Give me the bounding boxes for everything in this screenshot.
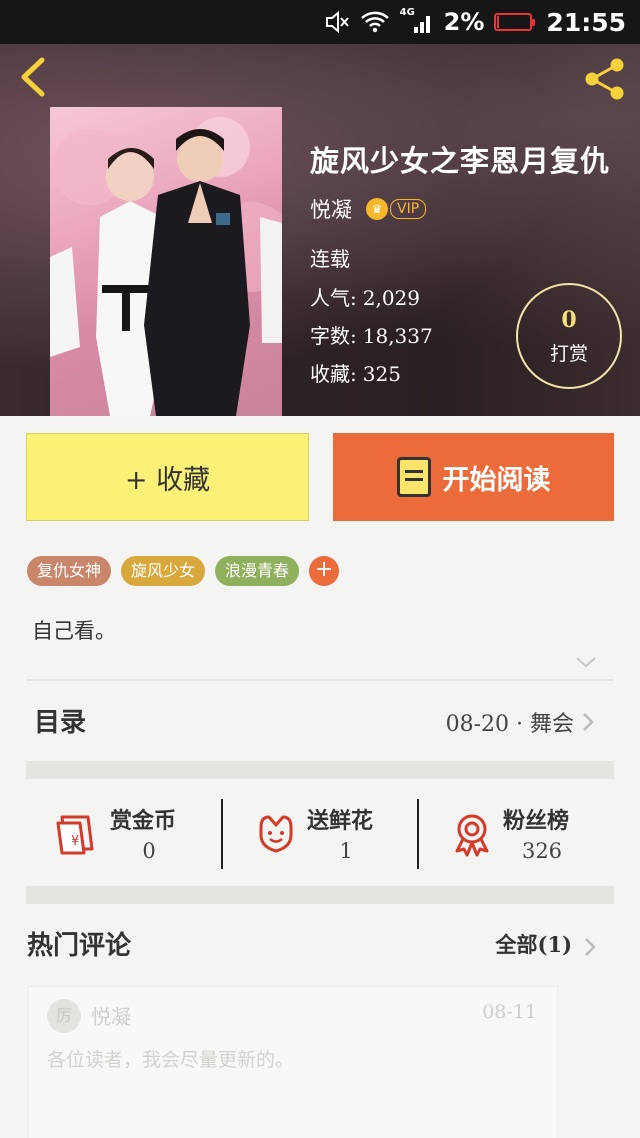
wifi-icon <box>360 11 389 33</box>
section-gap <box>26 886 614 904</box>
book-intro: 自己看。 <box>32 619 116 643</box>
comment-user: 悦凝 <box>91 1005 131 1029</box>
collect-button[interactable]: + 收藏 <box>26 433 309 521</box>
battery-fill <box>497 16 500 28</box>
word-count-value: 18,337 <box>362 324 433 348</box>
collect-count-row: 收藏: 325 <box>310 358 401 387</box>
latest-chapter: 08-20 · 舞会 <box>445 712 574 737</box>
start-reading-label: 开始阅读 <box>442 464 551 496</box>
chevron-right-icon <box>583 713 594 731</box>
tag-item[interactable]: 复仇女神 <box>27 556 112 586</box>
popularity-row: 人气: 2,029 <box>310 282 420 311</box>
tag-list: 复仇女神 旋风少女 浪漫青春 + <box>27 556 340 586</box>
cover-illustration <box>50 117 282 416</box>
red-envelope-icon: ¥ <box>56 815 94 855</box>
collect-button-label: + 收藏 <box>124 464 211 496</box>
table-of-contents-row[interactable]: 目录 08-20 · 舞会 <box>26 690 614 752</box>
back-button[interactable] <box>14 54 54 100</box>
support-stats: ¥ 赏金币 0 送鲜花 1 粉丝榜 326 <box>26 795 614 873</box>
comment-date: 08-11 <box>482 1001 537 1023</box>
author-row: 悦凝 ♛ VIP <box>310 194 427 224</box>
tip-label: 打赏 <box>549 342 588 365</box>
popularity-label: 人气: <box>310 286 357 310</box>
stat-value: 1 <box>339 839 353 863</box>
start-reading-button[interactable]: 开始阅读 <box>333 433 614 521</box>
author-name[interactable]: 悦凝 <box>310 194 352 224</box>
clock: 21:55 <box>546 7 626 37</box>
stat-label: 赏金币 <box>110 808 177 834</box>
battery-icon <box>494 13 536 31</box>
back-arrow-icon <box>21 57 45 97</box>
stat-value: 0 <box>142 839 156 863</box>
svg-text:¥: ¥ <box>71 834 79 849</box>
book-cover[interactable] <box>50 107 282 416</box>
tip-count: 0 <box>561 306 577 333</box>
section-gap <box>26 761 614 779</box>
battery-percent: 2% <box>443 8 485 36</box>
signal-icon: 4G <box>400 7 434 35</box>
comment-card[interactable]: 厉 悦凝 08-11 各位读者，我会尽量更新的。 <box>28 986 558 1138</box>
medal-icon <box>455 814 489 857</box>
share-icon <box>585 58 624 100</box>
collect-count-value: 325 <box>362 362 401 386</box>
collect-count-label: 收藏: <box>310 362 357 386</box>
stat-label: 送鲜花 <box>307 808 374 834</box>
popularity-value: 2,029 <box>362 286 421 310</box>
book-icon <box>396 457 431 497</box>
coin-reward-stat[interactable]: ¥ 赏金币 0 <box>26 795 222 873</box>
add-tag-button[interactable]: + <box>309 556 340 586</box>
avatar[interactable]: 厉 <box>47 999 81 1033</box>
vip-label: VIP <box>390 199 427 219</box>
word-count-row: 字数: 18,337 <box>310 320 433 349</box>
mute-icon <box>325 10 349 34</box>
fan-ranking-stat[interactable]: 粉丝榜 326 <box>419 795 615 873</box>
tip-button[interactable]: 0 打赏 <box>516 283 622 389</box>
tag-item[interactable]: 旋风少女 <box>121 556 206 586</box>
status-bar: 4G 2% 21:55 <box>0 0 640 44</box>
expand-intro-button[interactable] <box>574 650 598 674</box>
tag-item[interactable]: 浪漫青春 <box>215 556 300 586</box>
chevron-down-icon <box>576 657 596 668</box>
send-flower-stat[interactable]: 送鲜花 1 <box>223 795 419 873</box>
toc-title: 目录 <box>34 708 87 738</box>
chevron-right-icon <box>585 938 596 956</box>
vip-badge: ♛ VIP <box>366 198 427 220</box>
book-header: 旋风少女之李恩月复仇 悦凝 ♛ VIP 连载 人气: 2,029 字数: 18,33… <box>0 44 640 416</box>
book-status: 连载 <box>310 247 350 271</box>
share-button[interactable] <box>582 56 628 102</box>
word-count-label: 字数: <box>310 324 357 348</box>
comment-text: 各位读者，我会尽量更新的。 <box>47 1049 295 1071</box>
hot-comments-title: 热门评论 <box>27 931 132 961</box>
status-icons: 4G 2% 21:55 <box>324 0 626 44</box>
stat-value: 326 <box>521 839 563 863</box>
stat-label: 粉丝榜 <box>503 808 570 834</box>
all-comments-link[interactable]: 全部(1) <box>496 929 572 959</box>
crown-icon: ♛ <box>366 198 388 220</box>
flower-icon <box>259 815 293 853</box>
divider <box>26 679 614 681</box>
book-title: 旋风少女之李恩月复仇 <box>310 144 611 178</box>
